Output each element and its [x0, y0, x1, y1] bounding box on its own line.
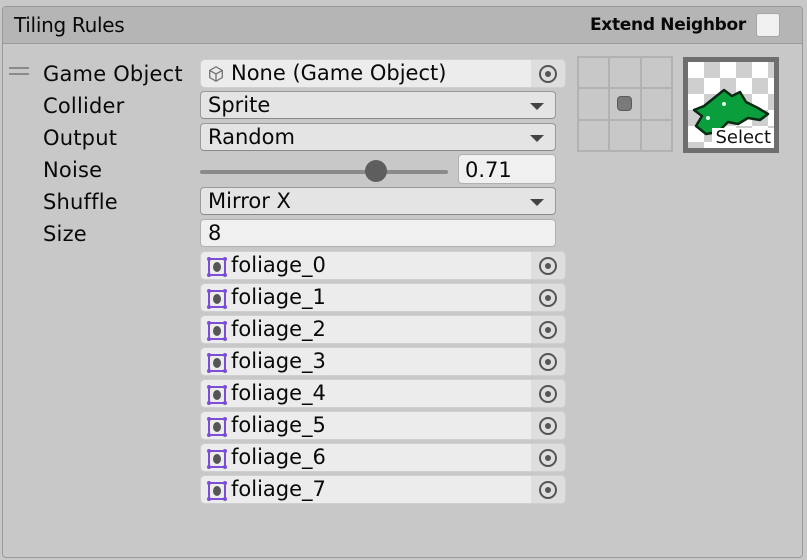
sprite-picker-button[interactable] [531, 444, 565, 471]
panel-title: Tiling Rules [14, 13, 125, 37]
sprite-name: foliage_1 [231, 285, 326, 309]
neighbor-cell[interactable] [609, 57, 641, 89]
sprite-picker-button[interactable] [531, 284, 565, 311]
sprite-icon [207, 353, 227, 373]
neighbor-cell[interactable] [640, 57, 672, 89]
object-picker-icon [539, 256, 557, 275]
game-object-value: None (Game Object) [231, 61, 447, 85]
neighbor-cell[interactable] [578, 119, 610, 151]
size-input[interactable]: 8 [200, 219, 556, 247]
sprite-icon [207, 385, 227, 405]
game-object-field[interactable]: None (Game Object) [200, 59, 566, 88]
object-picker-icon [539, 416, 557, 435]
noise-value-input[interactable]: 0.71 [458, 154, 556, 184]
label-game-object: Game Object [43, 62, 183, 86]
neighbor-cell[interactable] [578, 57, 610, 89]
game-object-picker-button[interactable] [531, 60, 565, 87]
object-picker-icon [539, 480, 557, 499]
shuffle-dropdown[interactable]: Mirror X [200, 187, 556, 215]
center-marker-icon [617, 96, 633, 112]
label-collider: Collider [43, 94, 125, 118]
sprite-name: foliage_0 [231, 253, 326, 277]
object-picker-icon [539, 384, 557, 403]
sprite-name: foliage_3 [231, 349, 326, 373]
shuffle-value: Mirror X [208, 189, 291, 213]
sprite-icon [207, 417, 227, 437]
output-value: Random [208, 125, 295, 149]
neighbor-cell[interactable] [609, 119, 641, 151]
dropdown-arrow-icon [530, 135, 544, 142]
sprite-field[interactable]: foliage_7 [200, 475, 566, 504]
neighbor-cell[interactable] [578, 88, 610, 120]
sprite-field[interactable]: foliage_6 [200, 443, 566, 472]
sprite-name: foliage_2 [231, 317, 326, 341]
object-picker-icon [539, 64, 557, 83]
sprite-name: foliage_4 [231, 381, 326, 405]
cube-icon [209, 66, 223, 82]
sprite-field[interactable]: foliage_4 [200, 379, 566, 408]
sprite-name: foliage_5 [231, 413, 326, 437]
object-picker-icon [539, 320, 557, 339]
label-noise: Noise [43, 158, 103, 182]
sprite-picker-button[interactable] [531, 476, 565, 503]
sprite-picker-button[interactable] [531, 252, 565, 279]
neighbor-grid [577, 56, 673, 152]
sprite-picker-button[interactable] [531, 348, 565, 375]
neighbor-cell[interactable] [640, 119, 672, 151]
label-shuffle: Shuffle [43, 190, 118, 214]
sprite-picker-button[interactable] [531, 380, 565, 407]
sprite-field[interactable]: foliage_2 [200, 315, 566, 344]
object-picker-icon [539, 352, 557, 371]
sprite-name: foliage_6 [231, 445, 326, 469]
sprite-icon [207, 481, 227, 501]
noise-slider-thumb[interactable] [365, 160, 388, 182]
drag-handle-icon[interactable] [9, 67, 29, 77]
sprite-name: foliage_7 [231, 477, 326, 501]
dropdown-arrow-icon [530, 199, 544, 206]
panel-header: Tiling Rules Extend Neighbor [3, 7, 802, 44]
extend-neighbor-checkbox[interactable] [756, 13, 780, 37]
extend-neighbor-label: Extend Neighbor [589, 15, 746, 35]
sprite-icon [207, 321, 227, 341]
sprite-field[interactable]: foliage_0 [200, 251, 566, 280]
sprite-field[interactable]: foliage_1 [200, 283, 566, 312]
sprite-field[interactable]: foliage_5 [200, 411, 566, 440]
sprite-preview[interactable]: Select [683, 57, 779, 153]
label-size: Size [43, 222, 87, 246]
label-output: Output [43, 126, 118, 150]
output-dropdown[interactable]: Random [200, 123, 556, 151]
object-picker-icon [539, 448, 557, 467]
noise-slider-track[interactable] [200, 170, 448, 174]
neighbor-cell[interactable] [640, 88, 672, 120]
sprite-preview-image: Select [688, 62, 774, 148]
sprite-picker-button[interactable] [531, 412, 565, 439]
neighbor-cell-center [609, 88, 641, 120]
collider-dropdown[interactable]: Sprite [200, 91, 556, 119]
sprite-icon [207, 289, 227, 309]
sprite-picker-button[interactable] [531, 316, 565, 343]
select-button[interactable]: Select [712, 128, 774, 148]
sprite-icon [207, 449, 227, 469]
collider-value: Sprite [208, 93, 271, 117]
sprite-field[interactable]: foliage_3 [200, 347, 566, 376]
dropdown-arrow-icon [530, 103, 544, 110]
object-picker-icon [539, 288, 557, 307]
sprite-icon [207, 257, 227, 277]
